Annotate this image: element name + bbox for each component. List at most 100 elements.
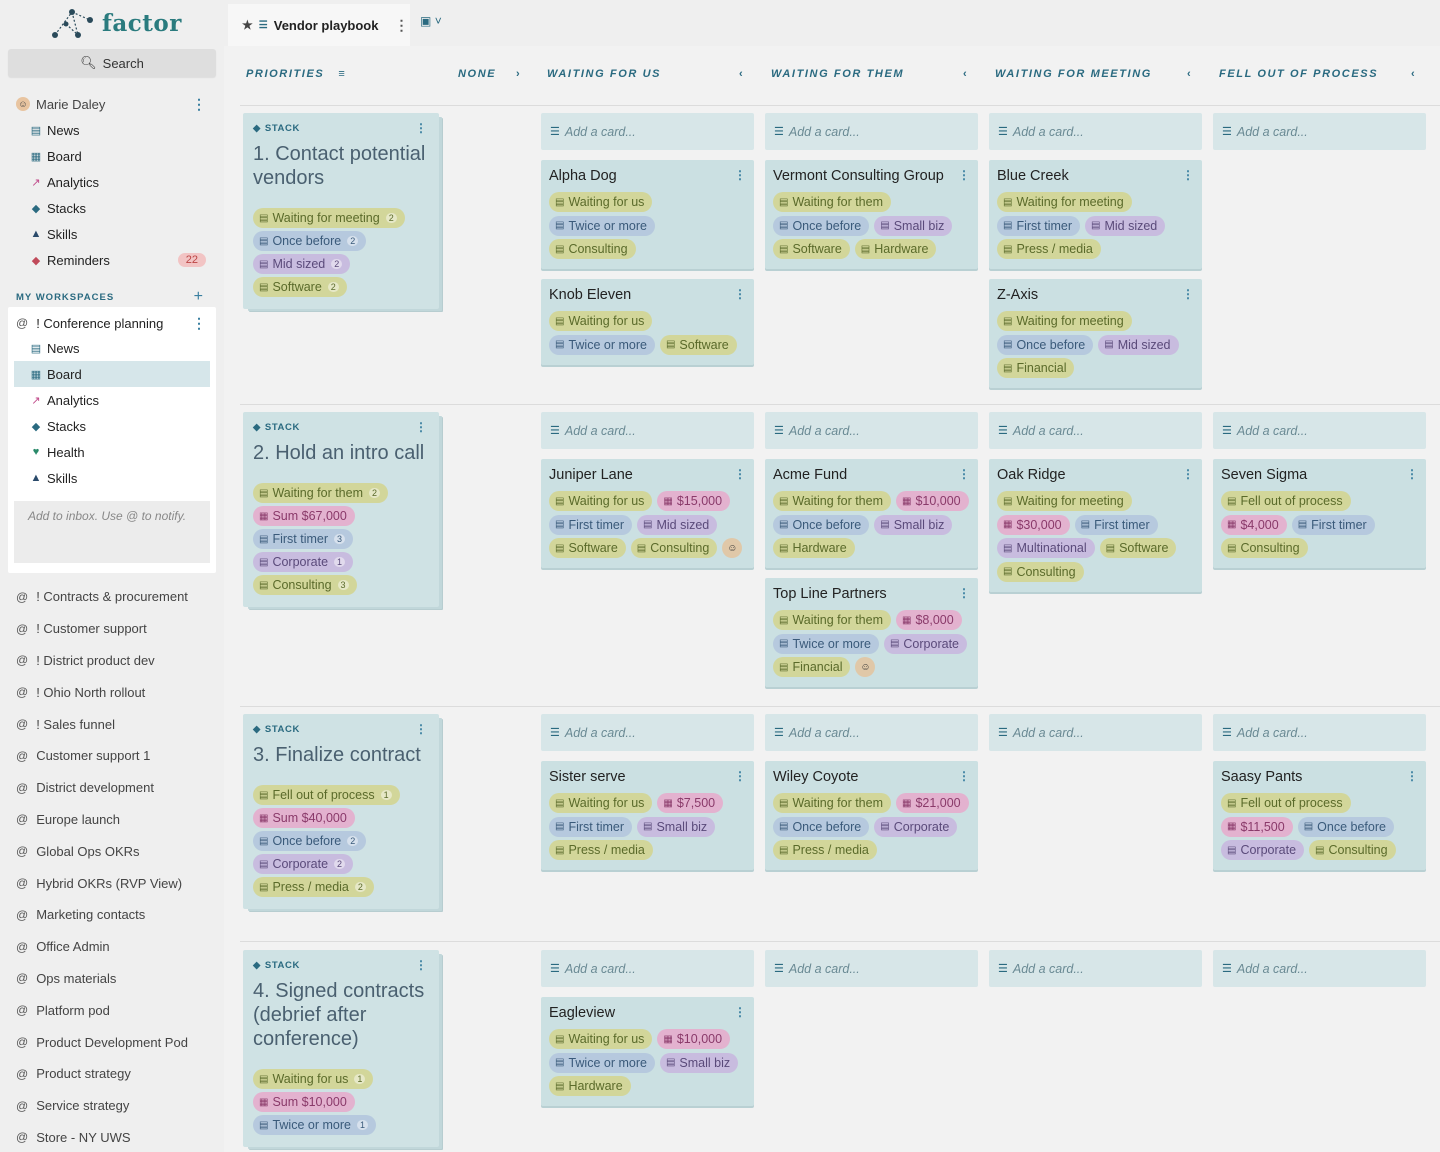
- ws-item-skills[interactable]: ▲ Skills: [14, 465, 210, 491]
- ws-item-board[interactable]: ▦ Board: [14, 361, 210, 387]
- stack-menu-icon[interactable]: ⋮: [415, 958, 427, 972]
- add-card-button[interactable]: ☰ Add a card...: [1213, 714, 1426, 751]
- stack-card[interactable]: ◆ STACK ⋮ 1. Contact potential vendors ▤ Wait…: [243, 113, 439, 309]
- add-card-button[interactable]: ☰ Add a card...: [541, 412, 754, 449]
- workspace-item[interactable]: @ Product strategy: [0, 1058, 224, 1090]
- workspace-item[interactable]: @ Ops materials: [0, 963, 224, 995]
- deal-card[interactable]: Top Line Partners ⋮ ▤ Waiting for them ▦ $8,0…: [765, 578, 978, 687]
- workspace-menu-icon[interactable]: ⋮: [192, 316, 206, 330]
- deal-card[interactable]: Z-Axis ⋮ ▤ Waiting for meeting ▤ Once before ▤…: [989, 279, 1202, 388]
- workspace-item[interactable]: @ ! Ohio North rollout: [0, 676, 224, 708]
- deal-card[interactable]: Sister serve ⋮ ▤ Waiting for us ▦ $7,500 ▤ Firs…: [541, 761, 754, 870]
- workspace-item[interactable]: @ Marketing contacts: [0, 899, 224, 931]
- column-waiting-meeting[interactable]: WAITING FOR MEETING ‹: [995, 68, 1195, 80]
- tab-vendor-playbook[interactable]: ★ ☰ Vendor playbook ⋮: [228, 4, 410, 46]
- chevron-left-icon[interactable]: ‹: [739, 68, 744, 80]
- add-card-button[interactable]: ☰ Add a card...: [765, 714, 978, 751]
- card-menu-icon[interactable]: ⋮: [1406, 467, 1418, 485]
- workspace-item[interactable]: @ Customer support 1: [0, 740, 224, 772]
- filter-icon[interactable]: ≡: [338, 68, 346, 80]
- active-workspace-header[interactable]: @ ! Conference planning ⋮: [8, 311, 216, 335]
- tab-menu-icon[interactable]: ⋮: [394, 18, 408, 32]
- deal-card[interactable]: Oak Ridge ⋮ ▤ Waiting for meeting ▦ $30,000 ▤ F…: [989, 459, 1202, 592]
- column-priorities[interactable]: PRIORITIES ≡: [246, 68, 346, 80]
- deal-card[interactable]: Seven Sigma ⋮ ▤ Fell out of process ▦ $4,000 ▤…: [1213, 459, 1426, 568]
- add-workspace-icon[interactable]: +: [194, 288, 204, 306]
- deal-card[interactable]: Wiley Coyote ⋮ ▤ Waiting for them ▦ $21,000 ▤ O…: [765, 761, 978, 870]
- sidebar-item-news[interactable]: ▤ News: [0, 117, 224, 143]
- card-menu-icon[interactable]: ⋮: [958, 168, 970, 186]
- sidebar-item-skills[interactable]: ▲ Skills: [0, 221, 224, 247]
- ws-item-health[interactable]: ♥ Health: [14, 439, 210, 465]
- add-card-button[interactable]: ☰ Add a card...: [765, 113, 978, 150]
- star-icon[interactable]: ★: [242, 18, 253, 32]
- add-card-button[interactable]: ☰ Add a card...: [1213, 113, 1426, 150]
- workspace-item[interactable]: @ Global Ops OKRs: [0, 835, 224, 867]
- add-card-button[interactable]: ☰ Add a card...: [541, 950, 754, 987]
- stack-card[interactable]: ◆ STACK ⋮ 3. Finalize contract ▤ Fell out of …: [243, 714, 439, 909]
- workspace-item[interactable]: @ ! Sales funnel: [0, 708, 224, 740]
- workspace-item[interactable]: @ Product Development Pod: [0, 1026, 224, 1058]
- card-menu-icon[interactable]: ⋮: [734, 1005, 746, 1023]
- chevron-left-icon[interactable]: ‹: [1187, 68, 1192, 80]
- workspace-item[interactable]: @ Hybrid OKRs (RVP View): [0, 867, 224, 899]
- search-button[interactable]: 🔍︎ Search: [8, 49, 216, 77]
- card-menu-icon[interactable]: ⋮: [734, 287, 746, 305]
- card-menu-icon[interactable]: ⋮: [1182, 467, 1194, 485]
- workspace-item[interactable]: @ Store - NY UWS: [0, 1122, 224, 1152]
- user-menu-icon[interactable]: ⋮: [192, 97, 206, 111]
- deal-card[interactable]: Knob Eleven ⋮ ▤ Waiting for us ▤ Twice or mor…: [541, 279, 754, 365]
- workspace-item[interactable]: @ Europe launch: [0, 804, 224, 836]
- card-menu-icon[interactable]: ⋮: [958, 467, 970, 485]
- inbox-input[interactable]: Add to inbox. Use @ to notify.: [14, 501, 210, 563]
- card-menu-icon[interactable]: ⋮: [958, 586, 970, 604]
- card-menu-icon[interactable]: ⋮: [958, 769, 970, 787]
- deal-card[interactable]: Eagleview ⋮ ▤ Waiting for us ▦ $10,000 ▤ Twice …: [541, 997, 754, 1106]
- workspace-item[interactable]: @ ! Contracts & procurement: [0, 581, 224, 613]
- deal-card[interactable]: Juniper Lane ⋮ ▤ Waiting for us ▦ $15,000 ▤ Fir…: [541, 459, 754, 568]
- workspace-item[interactable]: @ ! Customer support: [0, 613, 224, 645]
- workspace-item[interactable]: @ Service strategy: [0, 1090, 224, 1122]
- chevron-left-icon[interactable]: ‹: [1411, 68, 1416, 80]
- deal-card[interactable]: Blue Creek ⋮ ▤ Waiting for meeting ▤ First ti…: [989, 160, 1202, 269]
- workspace-item[interactable]: @ Platform pod: [0, 994, 224, 1026]
- add-card-button[interactable]: ☰ Add a card...: [765, 950, 978, 987]
- chevron-left-icon[interactable]: ‹: [963, 68, 968, 80]
- card-menu-icon[interactable]: ⋮: [734, 467, 746, 485]
- ws-item-analytics[interactable]: ↗ Analytics: [14, 387, 210, 413]
- column-fell-out[interactable]: FELL OUT OF PROCESS ‹: [1219, 68, 1419, 80]
- add-card-button[interactable]: ☰ Add a card...: [989, 714, 1202, 751]
- column-waiting-them[interactable]: WAITING FOR THEM ‹: [771, 68, 971, 80]
- stack-menu-icon[interactable]: ⋮: [415, 121, 427, 135]
- column-waiting-us[interactable]: WAITING FOR US ‹: [547, 68, 747, 80]
- card-menu-icon[interactable]: ⋮: [1406, 769, 1418, 787]
- add-card-button[interactable]: ☰ Add a card...: [989, 950, 1202, 987]
- add-card-button[interactable]: ☰ Add a card...: [541, 113, 754, 150]
- stack-card[interactable]: ◆ STACK ⋮ 2. Hold an intro call ▤ Waiting for…: [243, 412, 439, 607]
- stack-menu-icon[interactable]: ⋮: [415, 420, 427, 434]
- ws-item-news[interactable]: ▤ News: [14, 335, 210, 361]
- deal-card[interactable]: Vermont Consulting Group ⋮ ▤ Waiting for th…: [765, 160, 978, 269]
- stack-card[interactable]: ◆ STACK ⋮ 4. Signed contracts (debrief afte…: [243, 950, 439, 1147]
- card-menu-icon[interactable]: ⋮: [734, 769, 746, 787]
- sidebar-item-reminders[interactable]: ◆ Reminders 22: [0, 247, 224, 273]
- card-menu-icon[interactable]: ⋮: [1182, 287, 1194, 305]
- deal-card[interactable]: Acme Fund ⋮ ▤ Waiting for them ▦ $10,000 ▤ Once…: [765, 459, 978, 568]
- logo[interactable]: factor: [0, 0, 224, 46]
- workspace-item[interactable]: @ District development: [0, 772, 224, 804]
- add-card-button[interactable]: ☰ Add a card...: [989, 412, 1202, 449]
- deal-card[interactable]: Alpha Dog ⋮ ▤ Waiting for us ▤ Twice or more ▤…: [541, 160, 754, 269]
- sidebar-item-analytics[interactable]: ↗ Analytics: [0, 169, 224, 195]
- ws-item-stacks[interactable]: ◆ Stacks: [14, 413, 210, 439]
- deal-card[interactable]: Saasy Pants ⋮ ▤ Fell out of process ▦ $11,500…: [1213, 761, 1426, 870]
- user-row[interactable]: ☺ Marie Daley ⋮: [0, 91, 224, 117]
- add-card-button[interactable]: ☰ Add a card...: [989, 113, 1202, 150]
- sidebar-item-board[interactable]: ▦ Board: [0, 143, 224, 169]
- card-menu-icon[interactable]: ⋮: [734, 168, 746, 186]
- add-card-button[interactable]: ☰ Add a card...: [765, 412, 978, 449]
- add-card-button[interactable]: ☰ Add a card...: [541, 714, 754, 751]
- chevron-right-icon[interactable]: ›: [516, 68, 521, 80]
- column-none[interactable]: NONE ›: [458, 68, 524, 80]
- add-card-button[interactable]: ☰ Add a card...: [1213, 950, 1426, 987]
- workspace-item[interactable]: @ ! District product dev: [0, 645, 224, 677]
